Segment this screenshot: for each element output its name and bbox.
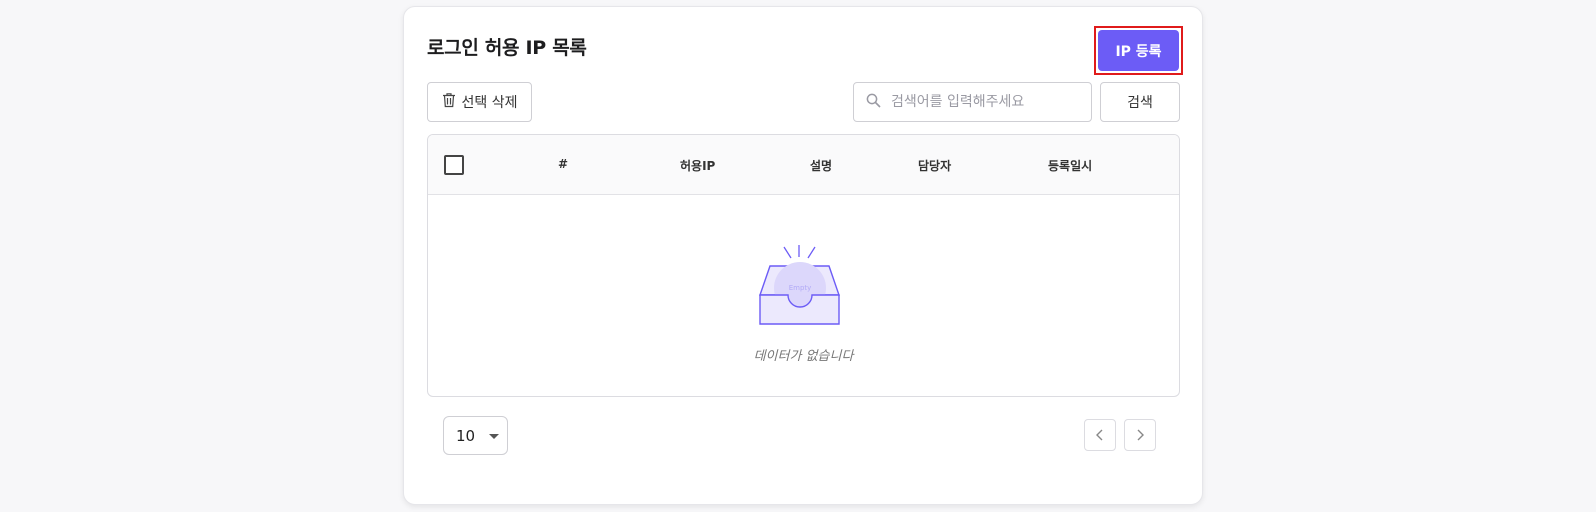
page-size-value: 10 — [456, 426, 476, 445]
search-field[interactable] — [853, 82, 1092, 122]
select-all-checkbox[interactable] — [444, 155, 464, 175]
empty-message: 데이터가 없습니다 — [753, 349, 854, 364]
next-page-button[interactable] — [1124, 419, 1156, 451]
register-ip-button[interactable]: IP 등록 — [1098, 30, 1179, 71]
search-icon — [866, 93, 881, 112]
empty-state: Empty 데이터가 없습니다 — [428, 195, 1179, 396]
delete-selected-label: 선택 삭제 — [461, 95, 518, 111]
column-header-description[interactable]: 설명 — [810, 157, 832, 174]
chevron-right-icon — [1137, 429, 1144, 441]
column-header-number[interactable]: # — [558, 157, 568, 171]
search-button[interactable]: 검색 — [1100, 82, 1180, 122]
page-size-select[interactable]: 10 — [443, 416, 508, 455]
prev-page-button[interactable] — [1084, 419, 1116, 451]
register-button-highlight: IP 등록 — [1094, 26, 1183, 75]
trash-icon — [442, 92, 456, 112]
page-title: 로그인 허용 IP 목록 — [427, 37, 587, 59]
column-header-registered-at[interactable]: 등록일시 — [1048, 157, 1092, 174]
column-header-allowed-ip[interactable]: 허용IP — [680, 157, 715, 174]
chevron-down-icon — [489, 434, 499, 439]
column-header-manager[interactable]: 담당자 — [918, 157, 951, 174]
table-header: # 허용IP 설명 담당자 등록일시 — [428, 135, 1179, 195]
empty-inbox-icon: Empty — [759, 245, 840, 325]
ip-table: # 허용IP 설명 담당자 등록일시 Empty 데이터가 없습니다 — [427, 134, 1180, 397]
empty-badge: Empty — [789, 284, 812, 292]
chevron-left-icon — [1096, 429, 1103, 441]
search-input[interactable] — [889, 93, 1083, 111]
delete-selected-button[interactable]: 선택 삭제 — [427, 82, 532, 122]
ip-list-card: 로그인 허용 IP 목록 IP 등록 선택 삭제 검색 # 허용IP 설명 담당… — [403, 6, 1203, 505]
